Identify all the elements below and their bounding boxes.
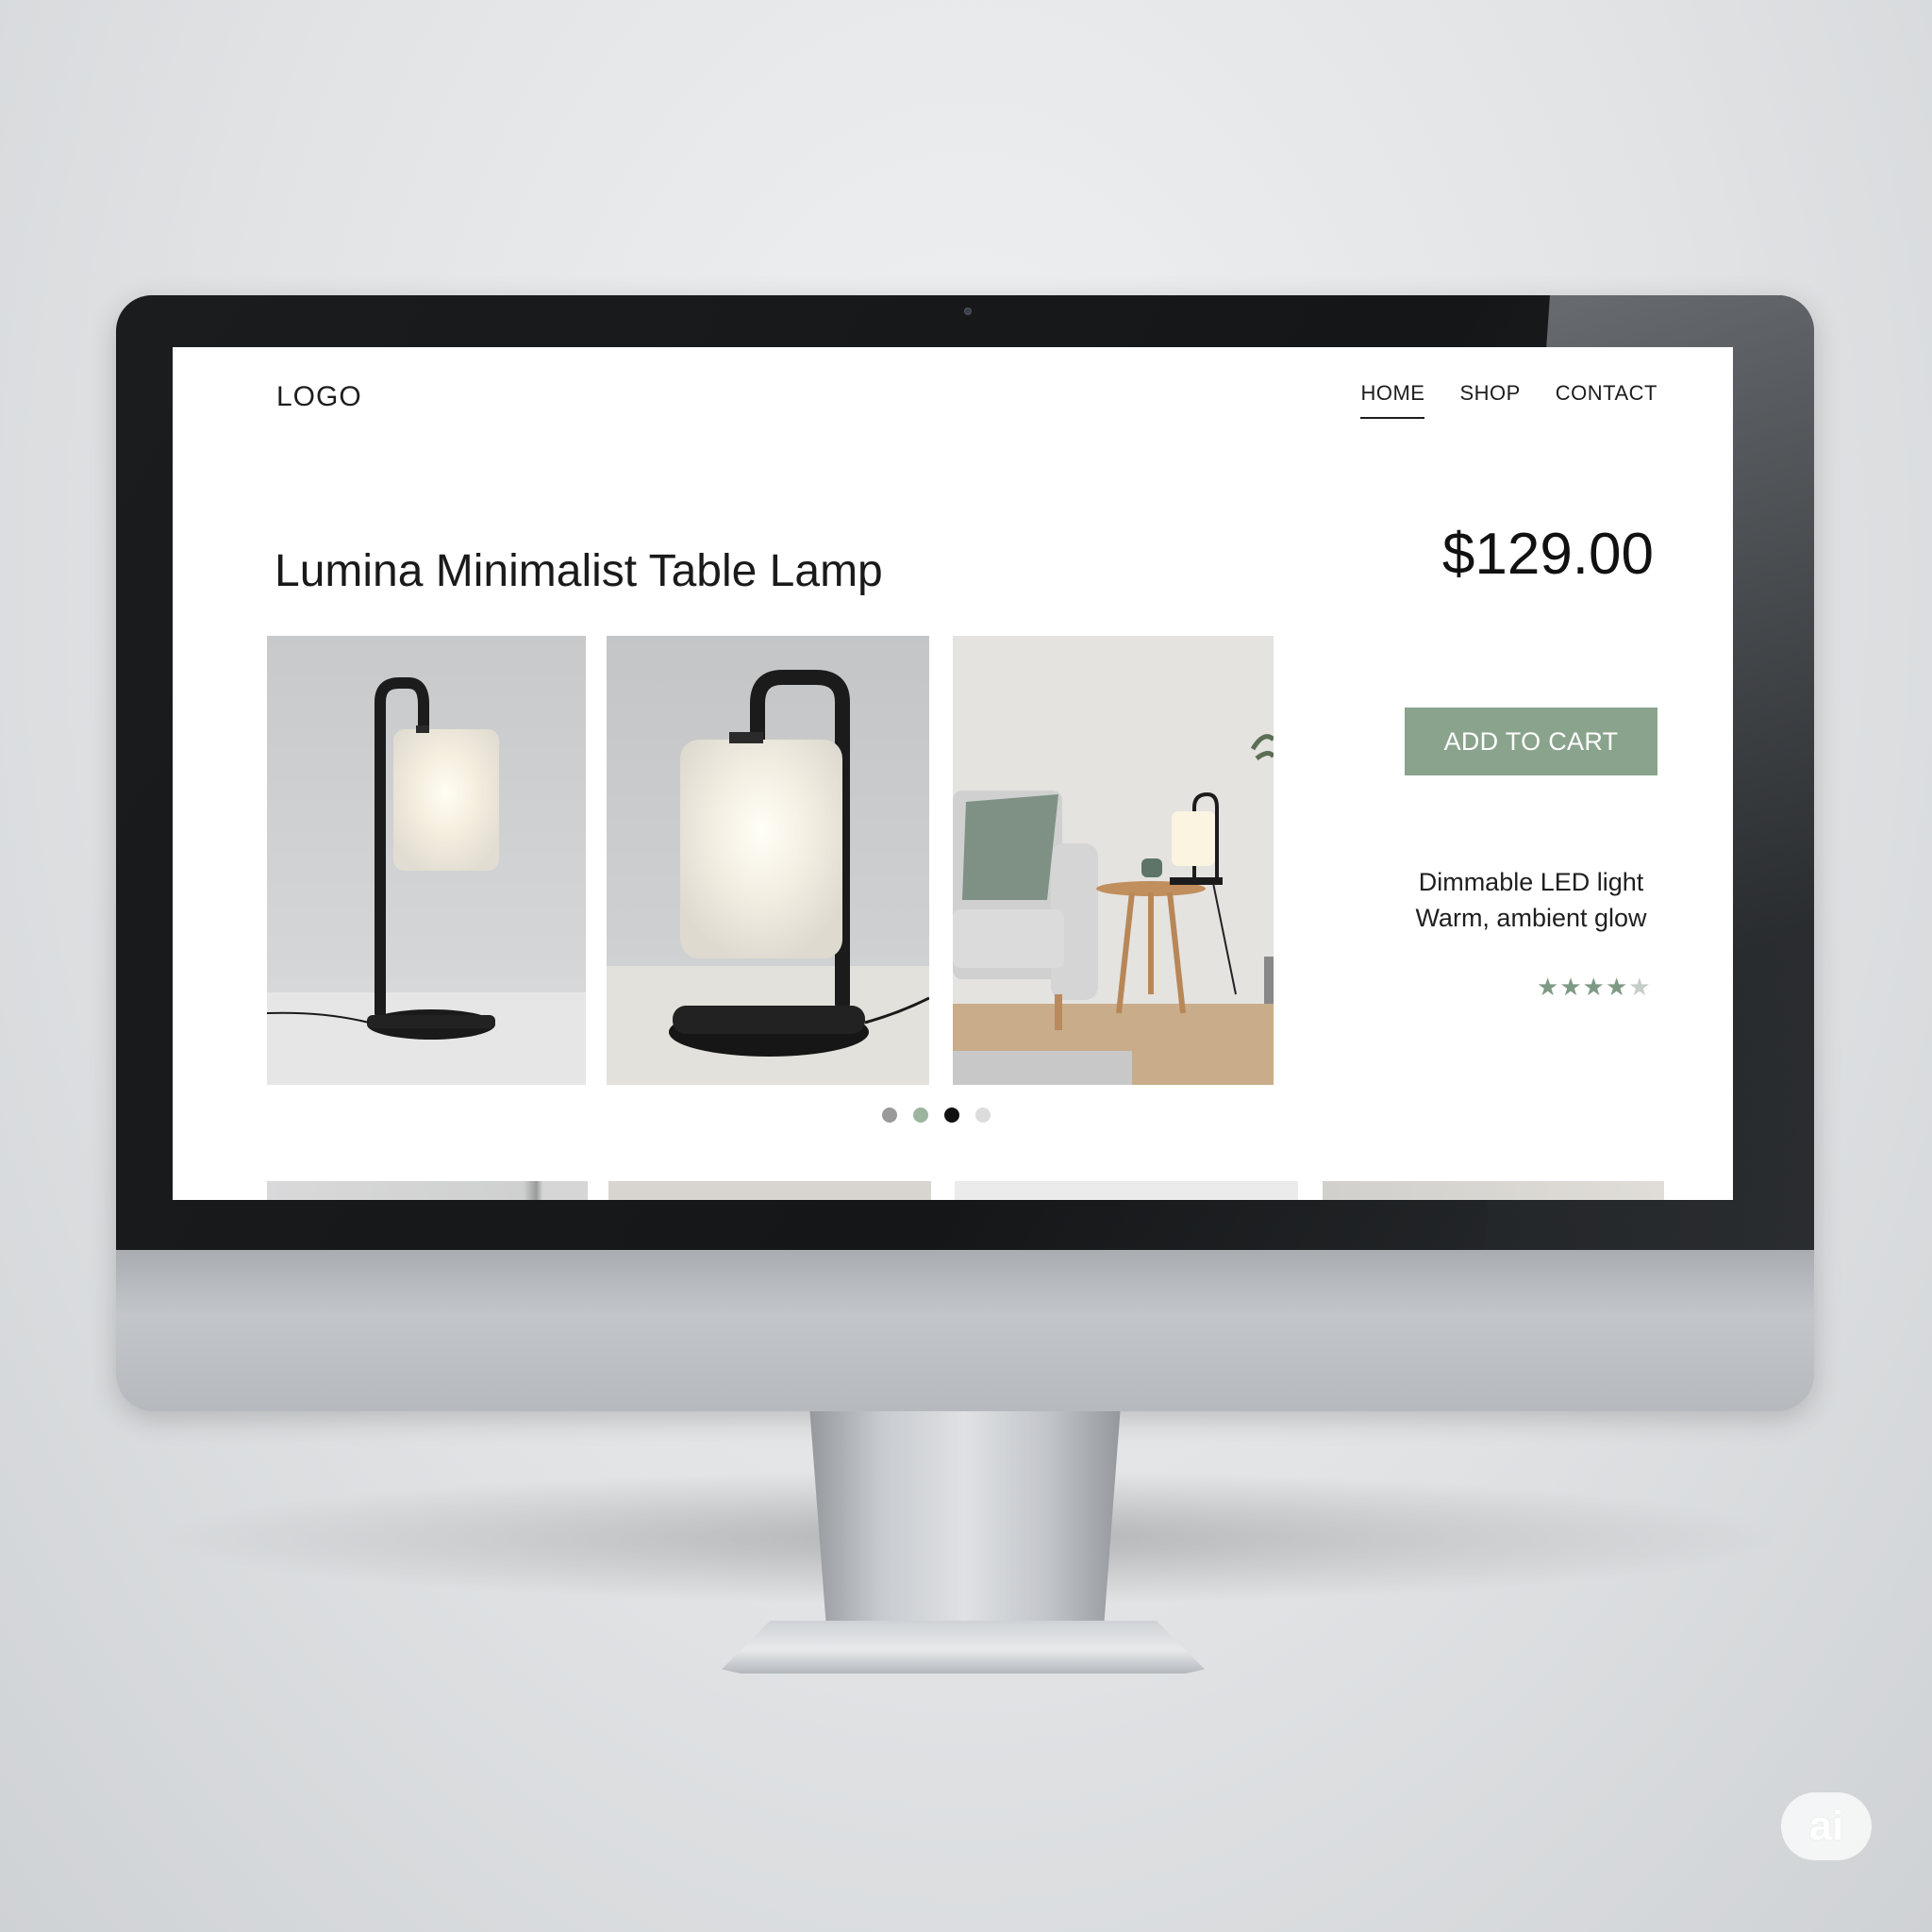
gallery-image-lamp-closeup[interactable] <box>607 636 929 1085</box>
related-product-thumb[interactable] <box>267 1181 588 1200</box>
product-title: Lumina Minimalist Table Lamp <box>275 546 883 597</box>
product-price: $129.00 <box>1441 522 1654 587</box>
site-logo[interactable]: LOGO <box>276 381 362 413</box>
feature-list: Dimmable LED light Warm, ambient glow <box>1380 864 1682 936</box>
related-product-thumb[interactable] <box>955 1181 1298 1200</box>
related-product-thumb[interactable] <box>608 1181 931 1200</box>
carousel-dot-4[interactable] <box>975 1108 991 1123</box>
monitor-stand <box>809 1411 1121 1628</box>
monitor-chin <box>116 1250 1814 1411</box>
nav-link-home[interactable]: HOME <box>1360 381 1425 419</box>
add-to-cart-button[interactable]: ADD TO CART <box>1405 708 1657 775</box>
star-icon: ★ <box>1628 973 1651 1001</box>
monitor-stand-foot <box>722 1621 1205 1674</box>
rating-stars: ★ ★ ★ ★ ★ <box>1537 974 1651 999</box>
carousel-dot-3[interactable] <box>944 1108 959 1123</box>
carousel-dot-2[interactable] <box>913 1108 928 1123</box>
star-icon: ★ <box>1537 973 1559 1001</box>
carousel-dots <box>882 1108 991 1123</box>
product-page: LOGO HOME SHOP CONTACT Lumina Minimalist… <box>173 347 1733 1200</box>
ai-badge: ai <box>1781 1792 1872 1860</box>
star-icon: ★ <box>1559 973 1582 1001</box>
feature-item: Warm, ambient glow <box>1415 904 1647 932</box>
main-nav: HOME SHOP CONTACT <box>1360 381 1657 419</box>
gallery-image-lamp-room[interactable] <box>953 636 1274 1085</box>
gallery-image-lamp-front[interactable] <box>267 636 586 1085</box>
nav-link-contact[interactable]: CONTACT <box>1556 381 1657 419</box>
star-icon: ★ <box>1582 973 1605 1001</box>
star-icon: ★ <box>1605 973 1628 1001</box>
feature-item: Dimmable LED light <box>1418 868 1644 896</box>
related-product-thumb[interactable] <box>1323 1181 1664 1200</box>
carousel-dot-1[interactable] <box>882 1108 897 1123</box>
nav-link-shop[interactable]: SHOP <box>1459 381 1520 419</box>
webcam <box>964 308 972 315</box>
